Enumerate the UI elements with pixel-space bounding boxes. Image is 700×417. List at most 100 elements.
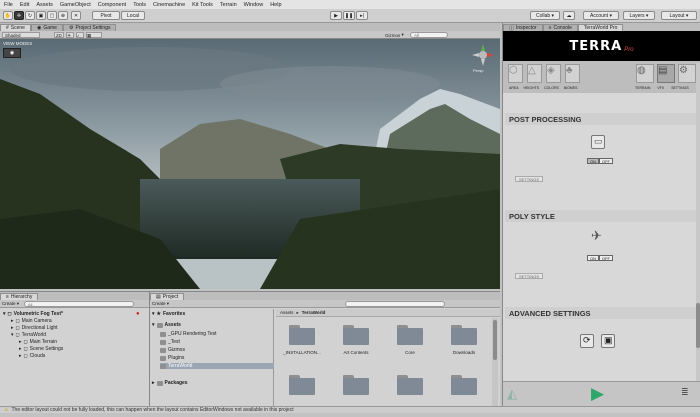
project-tree-item[interactable]: Gizmos (160, 347, 185, 353)
project-scrollbar[interactable] (492, 318, 498, 407)
hierarchy-item[interactable]: ▸ ◻ Main Camera (11, 318, 52, 324)
expand-arrow-icon[interactable]: ▸ (19, 353, 22, 359)
persp-label[interactable]: Persp (473, 68, 483, 73)
hierarchy-item[interactable]: ▾ ◻ TerraWorld (11, 332, 46, 338)
menu-gameobject[interactable]: GameObject (60, 2, 91, 8)
scale-tool-button[interactable]: ▣ (36, 11, 46, 20)
hierarchy-item[interactable]: ▸ ◻ Clouds (19, 353, 45, 359)
gizmos-dropdown[interactable]: Gizmos ▾ (385, 32, 410, 38)
play-button[interactable]: ▶ (330, 11, 342, 20)
cloud-button[interactable]: ☁ (563, 11, 575, 20)
tab-inspector[interactable]: ⓘ Inspector (503, 24, 543, 32)
scene-gizmo[interactable] (472, 44, 494, 66)
pause-button[interactable]: ❚❚ (343, 11, 355, 20)
lighting-toggle[interactable]: ☀ (66, 32, 74, 38)
menu-help[interactable]: Help (270, 2, 281, 8)
audio-toggle[interactable]: ♪ (76, 32, 84, 38)
tab-hierarchy[interactable]: ≡ Hierarchy (0, 293, 39, 300)
menu-file[interactable]: File (4, 2, 13, 8)
hierarchy-search-input[interactable]: All (24, 301, 134, 307)
expand-arrow-icon[interactable]: ▾ (3, 311, 6, 317)
ps-off[interactable]: OFF (599, 255, 613, 261)
tab-terraworld[interactable]: TerraWorld Pro (577, 24, 624, 31)
project-tree-item[interactable]: _GPU Rendering Test (160, 331, 217, 337)
menu-cinemachine[interactable]: Cinemachine (153, 2, 185, 8)
project-create-dropdown[interactable]: Create ▾ (152, 301, 169, 307)
nav-biomes-button[interactable]: ♣ (565, 64, 580, 83)
favorites-item[interactable]: ▾ ★ Favorites (152, 311, 185, 317)
menu-tools[interactable]: Tools (133, 2, 146, 8)
expand-arrow-icon[interactable]: ▸ (11, 325, 14, 331)
hierarchy-create-dropdown[interactable]: Create ▾ (2, 301, 19, 307)
project-folder-item[interactable]: _INSTALLATION... (276, 321, 328, 367)
hierarchy-item[interactable]: ▸ ◻ Scene Settings (19, 346, 63, 352)
packages-item[interactable]: ▸ Packages (152, 380, 188, 386)
inspector-scroll-thumb[interactable] (696, 303, 700, 348)
tab-console[interactable]: ≡ Console (542, 24, 578, 31)
pp-settings-button[interactable]: SETTINGS (515, 176, 544, 182)
step-button[interactable]: ▸| (356, 11, 368, 20)
project-scroll-thumb[interactable] (493, 320, 497, 360)
transform-tool-button[interactable]: ⊕ (58, 11, 68, 20)
move-tool-button[interactable]: ✛ (14, 11, 24, 20)
nav-terrain-button[interactable]: ◍ (636, 64, 654, 83)
view-modes-label[interactable]: VIEW MODES (3, 41, 32, 46)
layout-dropdown[interactable]: Layout ▾ (661, 11, 697, 20)
breadcrumb-terraworld[interactable]: TerraWorld (302, 310, 326, 315)
hierarchy-item[interactable]: ▸ ◻ Directional Light (11, 325, 58, 331)
tab-game[interactable]: ◉ Game (30, 24, 63, 31)
project-folder-item[interactable]: Downloads (438, 321, 490, 367)
tab-project-settings[interactable]: ⚙ Project Settings (62, 24, 117, 31)
post-processing-header[interactable]: POST PROCESSING (505, 113, 697, 125)
rect-tool-button[interactable]: ▢ (47, 11, 57, 20)
menu-assets[interactable]: Assets (36, 2, 53, 8)
menu-kit-tools[interactable]: Kit Tools (192, 2, 213, 8)
nav-settings-button[interactable]: ⚙ (678, 64, 696, 83)
local-toggle[interactable]: Local (121, 11, 145, 20)
save-button[interactable]: ▣ (601, 334, 615, 348)
2d-toggle[interactable]: 2D (54, 32, 64, 38)
menu-component[interactable]: Component (98, 2, 126, 8)
rotate-tool-button[interactable]: ↻ (25, 11, 35, 20)
advanced-settings-header[interactable]: ADVANCED SETTINGS (505, 307, 697, 319)
menu-window[interactable]: Window (244, 2, 264, 8)
inspector-scrollbar[interactable] (696, 63, 700, 381)
erase-icon[interactable]: ◭ (507, 386, 523, 402)
hand-tool-button[interactable]: ✋ (3, 11, 13, 20)
custom-tool-button[interactable]: ✕ (71, 11, 81, 20)
project-folder-item[interactable]: Art Contents (330, 321, 382, 367)
menu-edit[interactable]: Edit (20, 2, 29, 8)
inspector-menu-icon[interactable]: ≣ (681, 387, 695, 399)
refresh-button[interactable]: ⟳ (580, 334, 594, 348)
scene-viewport[interactable]: VIEW MODES ◉ Persp (0, 39, 500, 289)
project-tree-item[interactable]: _Test (160, 339, 180, 345)
shading-dropdown[interactable]: Shaded (2, 32, 40, 38)
nav-vfx-button[interactable]: ▤ (657, 64, 675, 83)
account-dropdown[interactable]: Account ▾ (583, 11, 619, 20)
poly-style-toggle[interactable]: ON OFF (587, 255, 613, 261)
tab-project[interactable]: ▤ Project (150, 293, 185, 300)
pp-off[interactable]: OFF (599, 158, 613, 164)
hierarchy-item[interactable]: ▾ ◻ Volumetric Fog Test* (3, 311, 63, 317)
ps-settings-button[interactable]: SETTINGS (515, 273, 544, 279)
ps-on[interactable]: ON (587, 255, 599, 261)
project-folder-item[interactable]: Core (384, 321, 436, 367)
project-search-input[interactable] (345, 301, 445, 307)
hierarchy-item[interactable]: ▸ ◻ Main Terrain (19, 339, 57, 345)
project-tree-item[interactable]: Plugins (160, 355, 184, 361)
menu-terrain[interactable]: Terrain (220, 2, 237, 8)
pivot-toggle[interactable]: Pivot (92, 11, 120, 20)
breadcrumb-assets[interactable]: Assets (280, 310, 294, 315)
view-mode-button[interactable]: ◉ (3, 48, 21, 58)
nav-area-button[interactable]: ⬡ (508, 64, 523, 83)
assets-item[interactable]: ▾ Assets (152, 322, 181, 328)
expand-arrow-icon[interactable]: ▾ (11, 332, 14, 338)
layers-dropdown[interactable]: Layers ▾ (623, 11, 655, 20)
nav-colors-button[interactable]: ◈ (546, 64, 561, 83)
pp-on[interactable]: ON (587, 158, 599, 164)
expand-arrow-icon[interactable]: ▸ (11, 318, 14, 324)
collab-dropdown[interactable]: Collab ▾ (530, 11, 560, 20)
scene-search-input[interactable]: All (410, 32, 448, 38)
project-tree-item[interactable]: TerraWorld (160, 363, 274, 369)
expand-arrow-icon[interactable]: ▸ (19, 339, 22, 345)
